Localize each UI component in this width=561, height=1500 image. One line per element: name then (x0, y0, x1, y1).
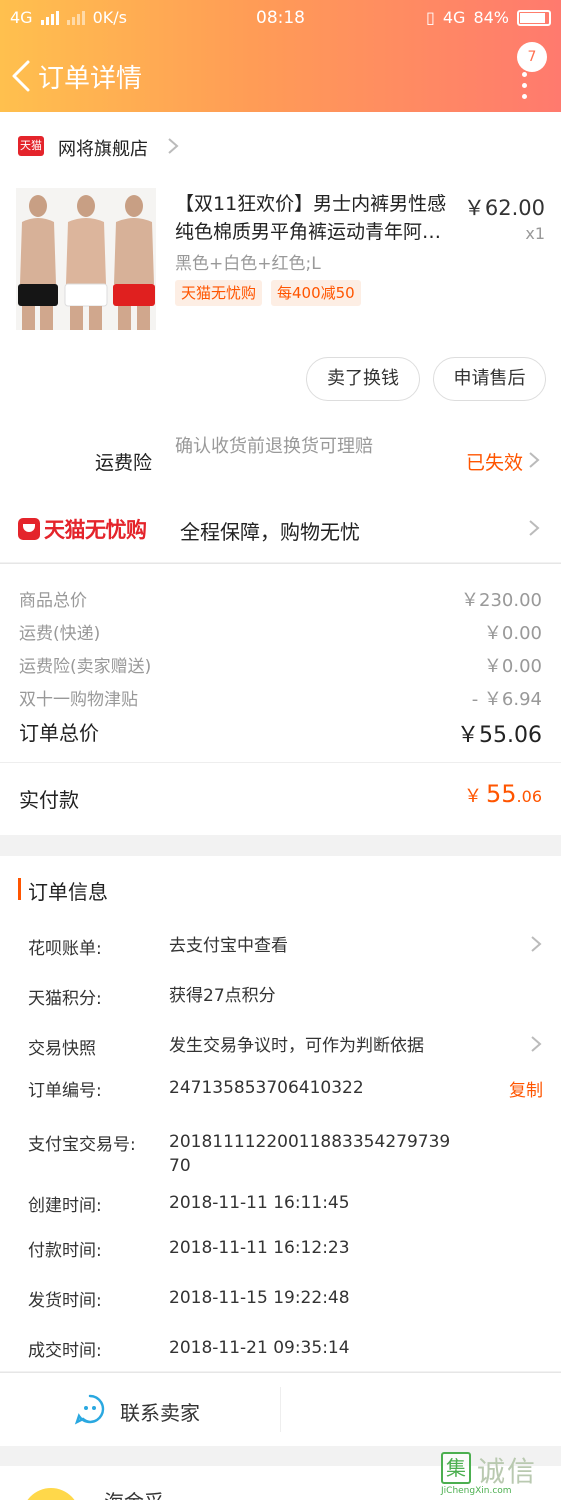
shipping-insurance-label: 运费险 (95, 452, 153, 474)
paid-currency: ￥ (464, 786, 482, 807)
contact-seller-button[interactable]: 联系卖家 (120, 1397, 200, 1426)
price-row: 运费(快递) ￥0.00 (19, 619, 542, 645)
info-value: 2018-11-11 16:12:23 (169, 1238, 350, 1258)
tmall-worry-free-slogan[interactable]: 全程保障，购物无忧 (180, 516, 360, 545)
paid-integer: 55 (486, 780, 517, 808)
section-accent-bar (18, 878, 21, 900)
battery-icon (517, 9, 551, 26)
info-value: 获得27点积分 (169, 986, 276, 1006)
service-tag: 天猫无忧购 (175, 280, 263, 306)
avatar (22, 1488, 80, 1500)
price-row-label: 运费险(卖家赠送) (19, 657, 152, 677)
price-row-label: 双十一购物津贴 (19, 690, 138, 710)
tmall-worry-free-logo: 天猫无忧购 (18, 514, 147, 544)
info-value: 2018-11-21 09:35:14 (169, 1338, 350, 1358)
tmall-shop-icon: 天猫 (18, 136, 44, 156)
more-menu-icon[interactable] (522, 72, 528, 100)
product-image[interactable] (16, 188, 156, 330)
watermark-url: JiChengXin.com (441, 1486, 512, 1496)
shipping-insurance-desc: 确认收货前退换货可理赔 (175, 436, 373, 457)
order-total-label: 订单总价 (19, 721, 99, 745)
price-row-value: ￥230.00 (461, 590, 542, 611)
info-key: 创建时间: (28, 1196, 102, 1216)
product-price: ￥62.00 (463, 196, 545, 220)
order-detail-page: 4G 0K/s 08:18 ▯ 4G 84% 订单详情 7 天猫 网将旗舰店 【… (0, 0, 561, 1500)
order-total-row: 订单总价 ￥55.06 (19, 717, 542, 749)
chevron-right-icon (529, 520, 540, 536)
info-key: 成交时间: (28, 1341, 102, 1361)
info-key: 付款时间: (28, 1241, 102, 1261)
product-quantity: x1 (525, 224, 545, 243)
section-title: 订单信息 (28, 880, 108, 904)
copy-button[interactable]: 复制 (509, 1076, 543, 1101)
price-row: 商品总价 ￥230.00 (19, 586, 542, 612)
nav-bar: 订单详情 7 (0, 42, 561, 100)
chevron-right-icon (531, 1036, 542, 1052)
info-value: 发生交易争议时，可作为判断依据 (169, 1036, 424, 1056)
order-total-value: ￥55.06 (457, 723, 542, 748)
price-row: 双十一购物津贴 - ￥6.94 (19, 685, 542, 711)
tmall-cat-icon (18, 518, 40, 540)
status-bar: 4G 0K/s 08:18 ▯ 4G 84% (0, 8, 561, 32)
price-row-label: 商品总价 (19, 591, 87, 611)
site-watermark: 集 诚信 JiChengXin.com (441, 1448, 557, 1500)
price-row-value: ￥0.00 (483, 656, 542, 677)
contact-bar: 联系卖家 (0, 1372, 561, 1446)
price-row: 运费险(卖家赠送) ￥0.00 (19, 652, 542, 678)
info-value: 2018-11-11 16:11:45 (169, 1193, 350, 1213)
paid-amount: ￥ 55.06 (464, 780, 542, 808)
watermark-text: 诚信 (477, 1455, 538, 1488)
price-row-label: 运费(快递) (19, 624, 101, 644)
watermark-logo: 集 (441, 1452, 471, 1484)
peek-text: 海金采 (104, 1486, 164, 1500)
info-value: 247135853706410322 (169, 1078, 364, 1098)
promo-tag: 每400减50 (271, 280, 361, 306)
product-title[interactable]: 【双11狂欢价】男士内裤男性感纯色棉质男平角裤运动青年阿… (175, 190, 465, 246)
order-info-section: 订单信息 花呗账单: 去支付宝中查看 天猫积分: 获得27点积分 交易快照 发生… (0, 856, 561, 1371)
status-right: ▯ 4G 84% (426, 8, 551, 27)
divider (0, 762, 561, 763)
info-key: 订单编号: (28, 1081, 102, 1101)
shop-name[interactable]: 网将旗舰店 (58, 135, 148, 161)
shop-header[interactable]: 天猫 网将旗舰店 (0, 112, 561, 180)
after-sale-button[interactable]: 申请售后 (433, 357, 546, 401)
info-key: 发货时间: (28, 1291, 102, 1311)
paid-decimal: .06 (516, 787, 542, 806)
network-label-right: 4G (442, 8, 466, 27)
battery-percent: 84% (473, 8, 509, 27)
product-sku: 黑色+白色+红色;L (175, 254, 321, 274)
back-arrow-icon[interactable] (8, 56, 38, 96)
order-item-card: 天猫 网将旗舰店 【双11狂欢价】男士内裤男性感纯色棉质男平角裤运动青年阿… ￥… (0, 112, 561, 562)
sell-button[interactable]: 卖了换钱 (306, 357, 420, 401)
chevron-right-icon (529, 452, 540, 468)
vibrate-icon: ▯ (426, 8, 435, 27)
tmall-worry-free-text: 天猫无忧购 (44, 518, 147, 542)
chevron-right-icon (168, 138, 179, 154)
price-summary: 商品总价 ￥230.00 运费(快递) ￥0.00 运费险(卖家赠送) ￥0.0… (0, 563, 561, 835)
shipping-insurance-status[interactable]: 已失效 (466, 448, 523, 475)
info-key: 支付宝交易号: (28, 1135, 136, 1155)
chat-bubble-icon[interactable] (74, 1393, 106, 1425)
chevron-right-icon (531, 936, 542, 952)
info-key: 花呗账单: (28, 939, 102, 959)
paid-label: 实付款 (19, 788, 79, 812)
header: 4G 0K/s 08:18 ▯ 4G 84% 订单详情 7 (0, 0, 561, 112)
message-count-badge[interactable]: 7 (517, 42, 547, 72)
info-value: 去支付宝中查看 (169, 936, 288, 956)
info-value: 2018-11-15 19:22:48 (169, 1288, 350, 1308)
divider (280, 1387, 281, 1432)
price-row-value: ￥0.00 (483, 623, 542, 644)
info-key: 交易快照 (28, 1039, 96, 1059)
info-key: 天猫积分: (28, 989, 102, 1009)
price-row-value: - ￥6.94 (471, 689, 542, 710)
info-value: 2018111122001188335427973970 (169, 1132, 451, 1176)
page-title: 订单详情 (38, 64, 143, 94)
